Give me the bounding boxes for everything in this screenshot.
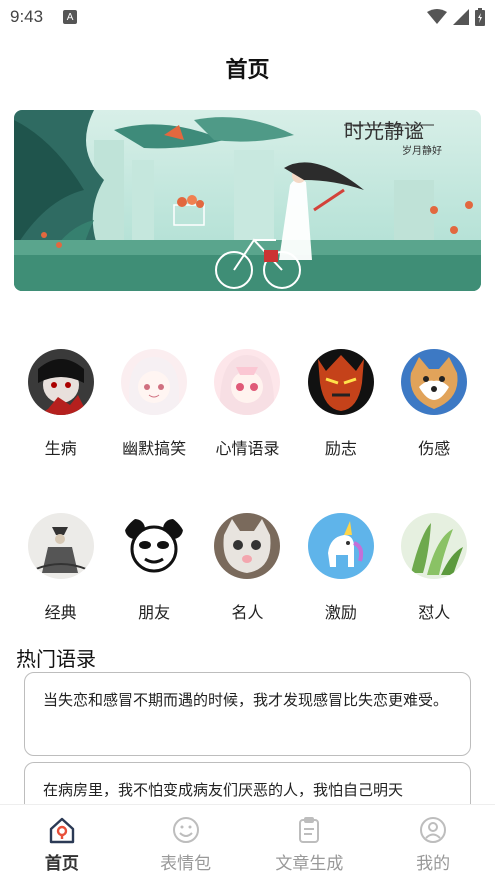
roast-avatar-icon bbox=[401, 513, 468, 579]
humor-avatar-icon bbox=[121, 349, 188, 415]
category-sick[interactable]: 生病 bbox=[21, 349, 101, 459]
tab-label: 文章生成 bbox=[275, 854, 344, 874]
tab-label: 我的 bbox=[416, 854, 451, 874]
bottom-tab-bar: 首页 表情包 文章生成 我的 bbox=[0, 804, 495, 880]
category-friend[interactable]: 朋友 bbox=[114, 513, 194, 623]
quote-card[interactable]: 当失恋和感冒不期而遇的时候，我才发现感冒比失恋更难受。 bbox=[24, 672, 471, 756]
category-motivate[interactable]: 激励 bbox=[301, 513, 381, 623]
sick-avatar-icon bbox=[27, 349, 94, 415]
mood-avatar-icon bbox=[214, 349, 281, 415]
category-label: 激励 bbox=[324, 603, 357, 622]
category-celebrity[interactable]: 名人 bbox=[207, 513, 287, 623]
sad-avatar-icon bbox=[401, 349, 468, 415]
status-time: 9:43 bbox=[10, 7, 44, 26]
category-row-2: 经典 朋友 名人 激励 怼人 bbox=[0, 513, 495, 623]
category-roast[interactable]: 怼人 bbox=[394, 513, 474, 623]
tab-me[interactable]: 我的 bbox=[371, 805, 495, 880]
smile-icon bbox=[172, 817, 199, 843]
user-icon bbox=[420, 817, 447, 843]
notification-a-icon: A bbox=[63, 10, 78, 24]
hot-quotes-title: 热门语录 bbox=[16, 647, 96, 671]
banner-image[interactable]: 时光静谧 岁月静好 bbox=[14, 110, 481, 291]
quote-text: 在病房里，我不怕变成病友们厌恶的人，我怕自己明天 bbox=[43, 781, 404, 799]
quote-text: 当失恋和感冒不期而遇的时候，我才发现感冒比失恋更难受。 bbox=[43, 691, 449, 709]
banner-subtitle-art: 岁月静好 bbox=[402, 144, 442, 157]
category-inspire[interactable]: 励志 bbox=[301, 349, 381, 459]
home-icon bbox=[49, 817, 75, 844]
page-title: 首页 bbox=[225, 58, 270, 83]
category-label: 朋友 bbox=[138, 603, 171, 622]
category-label: 生病 bbox=[44, 439, 77, 458]
category-sad[interactable]: 伤感 bbox=[394, 349, 474, 459]
tab-home[interactable]: 首页 bbox=[0, 805, 124, 880]
celebrity-avatar-icon bbox=[214, 513, 281, 579]
category-mood[interactable]: 心情语录 bbox=[207, 349, 287, 459]
clipboard-icon bbox=[299, 817, 320, 843]
category-label: 心情语录 bbox=[215, 439, 280, 458]
category-classic[interactable]: 经典 bbox=[21, 513, 101, 623]
tab-label: 表情包 bbox=[160, 854, 212, 874]
battery-icon bbox=[475, 8, 485, 26]
category-label: 经典 bbox=[44, 603, 77, 622]
signal-icon bbox=[453, 9, 469, 25]
category-label: 幽默搞笑 bbox=[122, 439, 187, 458]
friend-avatar-icon bbox=[121, 513, 188, 579]
tab-emoji[interactable]: 表情包 bbox=[124, 805, 248, 880]
classic-avatar-icon bbox=[27, 513, 94, 579]
banner-title-art: 时光静谧 bbox=[344, 119, 424, 143]
wifi-icon bbox=[427, 9, 447, 24]
category-label: 名人 bbox=[231, 603, 264, 622]
category-row-1: 生病 幽默搞笑 心情语录 励志 伤感 bbox=[0, 349, 495, 459]
category-label: 伤感 bbox=[418, 439, 451, 458]
motivate-avatar-icon bbox=[307, 513, 374, 579]
category-humor[interactable]: 幽默搞笑 bbox=[114, 349, 194, 459]
category-label: 怼人 bbox=[418, 603, 451, 622]
inspire-avatar-icon bbox=[307, 349, 374, 415]
tab-label: 首页 bbox=[44, 854, 79, 874]
category-label: 励志 bbox=[324, 439, 357, 458]
status-bar: 9:43 A bbox=[0, 0, 495, 34]
tab-article[interactable]: 文章生成 bbox=[248, 805, 372, 880]
